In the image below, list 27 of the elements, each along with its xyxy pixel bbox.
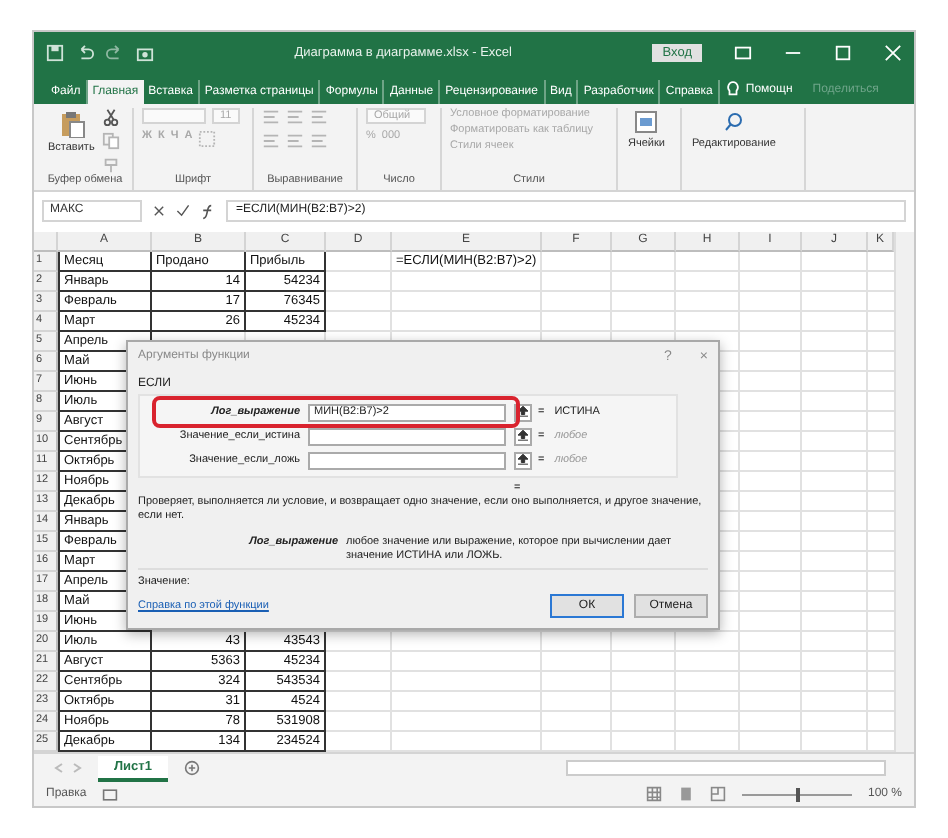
font-name-field[interactable] <box>142 107 206 124</box>
macro-record-icon[interactable] <box>102 787 119 802</box>
maximize-icon[interactable] <box>834 44 852 63</box>
search-icon <box>721 109 746 134</box>
collapse-dialog-button[interactable] <box>514 451 532 469</box>
check-icon[interactable] <box>176 204 190 219</box>
function-icon[interactable] <box>200 203 216 220</box>
lightbulb-icon[interactable] <box>725 80 740 99</box>
argument-field[interactable] <box>308 451 506 469</box>
normal-view-icon[interactable] <box>645 786 662 803</box>
ribbon-display-icon[interactable] <box>734 44 752 63</box>
clipboard-icon <box>57 109 86 138</box>
add-sheet-icon[interactable] <box>183 760 200 777</box>
scissors-icon[interactable] <box>102 107 121 126</box>
page-break-icon[interactable] <box>709 786 726 803</box>
close-icon[interactable] <box>884 44 902 63</box>
camera-icon[interactable] <box>136 44 154 63</box>
collapse-dialog-button[interactable] <box>514 427 532 445</box>
undo-icon[interactable] <box>76 44 94 63</box>
zoom-slider-thumb[interactable] <box>796 787 801 802</box>
redo-icon[interactable] <box>106 44 124 63</box>
vertical-scrollbar[interactable] <box>894 232 914 753</box>
table-icon <box>634 109 659 134</box>
save-icon[interactable] <box>46 44 64 63</box>
page-layout-icon[interactable] <box>677 786 694 803</box>
horizontal-scrollbar[interactable] <box>566 760 886 777</box>
cancel-icon[interactable] <box>152 204 166 219</box>
